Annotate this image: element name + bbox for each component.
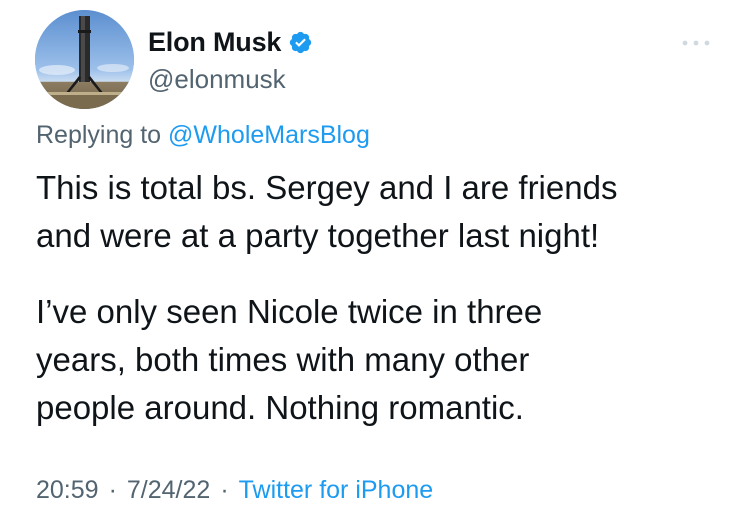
tweet-text-line: years, both times with many other — [36, 341, 530, 378]
author-handle[interactable]: @elonmusk — [148, 64, 286, 95]
replying-to-line: Replying to @WholeMarsBlog — [36, 121, 370, 150]
more-options-icon[interactable] — [680, 35, 712, 46]
tweet-text-paragraph-2: I’ve only seen Nicole twice in three yea… — [36, 288, 716, 432]
meta-separator: · — [108, 476, 117, 504]
tweet: Elon Musk @elonmusk Replying to @WholeMa… — [0, 0, 743, 516]
avatar[interactable] — [35, 10, 134, 109]
tweet-text-line: people around. Nothing romantic. — [36, 389, 524, 426]
tweet-meta: 20:59 · 7/24/22 · Twitter for iPhone — [36, 476, 433, 505]
tweet-time[interactable]: 20:59 — [36, 476, 99, 505]
tweet-text-line: and were at a party together last night! — [36, 217, 600, 254]
replying-to-prefix: Replying to — [36, 121, 162, 149]
tweet-source-link[interactable]: Twitter for iPhone — [239, 476, 434, 505]
verified-badge-icon — [288, 30, 313, 55]
tweet-text-line: I’ve only seen Nicole twice in three — [36, 293, 543, 330]
meta-separator: · — [220, 476, 229, 504]
tweet-text-line: This is total bs. Sergey and I are frien… — [36, 169, 618, 206]
tweet-text-paragraph-1: This is total bs. Sergey and I are frien… — [36, 164, 716, 260]
author-name-row: Elon Musk — [148, 27, 313, 58]
tweet-date[interactable]: 7/24/22 — [127, 476, 210, 505]
rocket-avatar-image — [35, 10, 134, 109]
author-display-name[interactable]: Elon Musk — [148, 27, 281, 58]
replying-to-handle-link[interactable]: @WholeMarsBlog — [168, 121, 370, 149]
